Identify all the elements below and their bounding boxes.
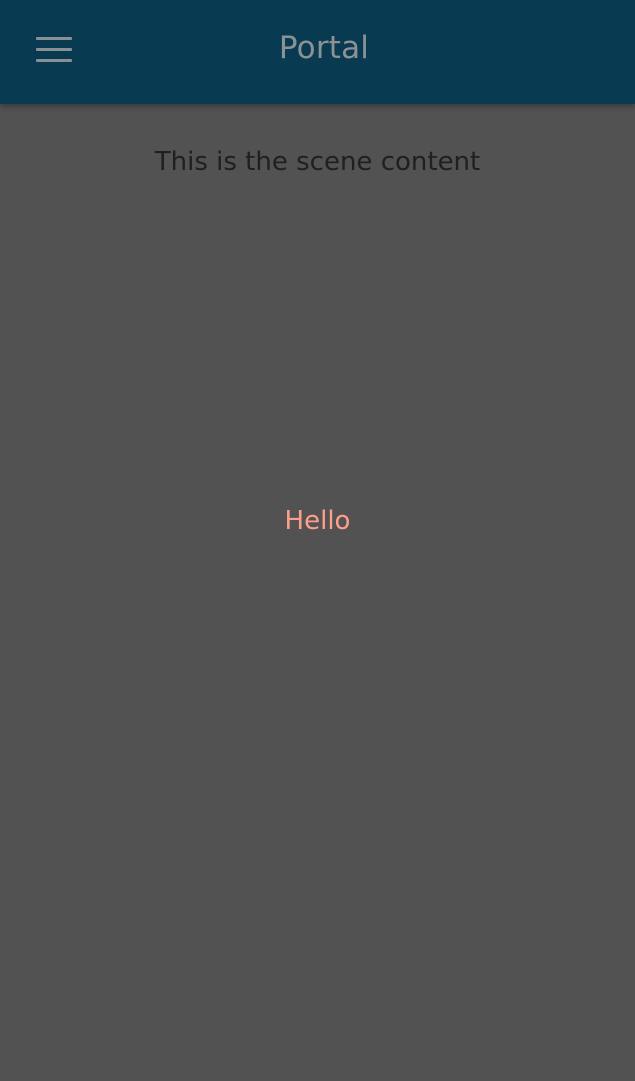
page-title: Portal — [278, 30, 370, 66]
app-toolbar: Portal — [0, 0, 635, 104]
app-window: Portal This is the scene content Hello — [0, 0, 635, 1081]
scene-content-text: This is the scene content — [154, 147, 481, 177]
hello-message: Hello — [284, 506, 351, 536]
